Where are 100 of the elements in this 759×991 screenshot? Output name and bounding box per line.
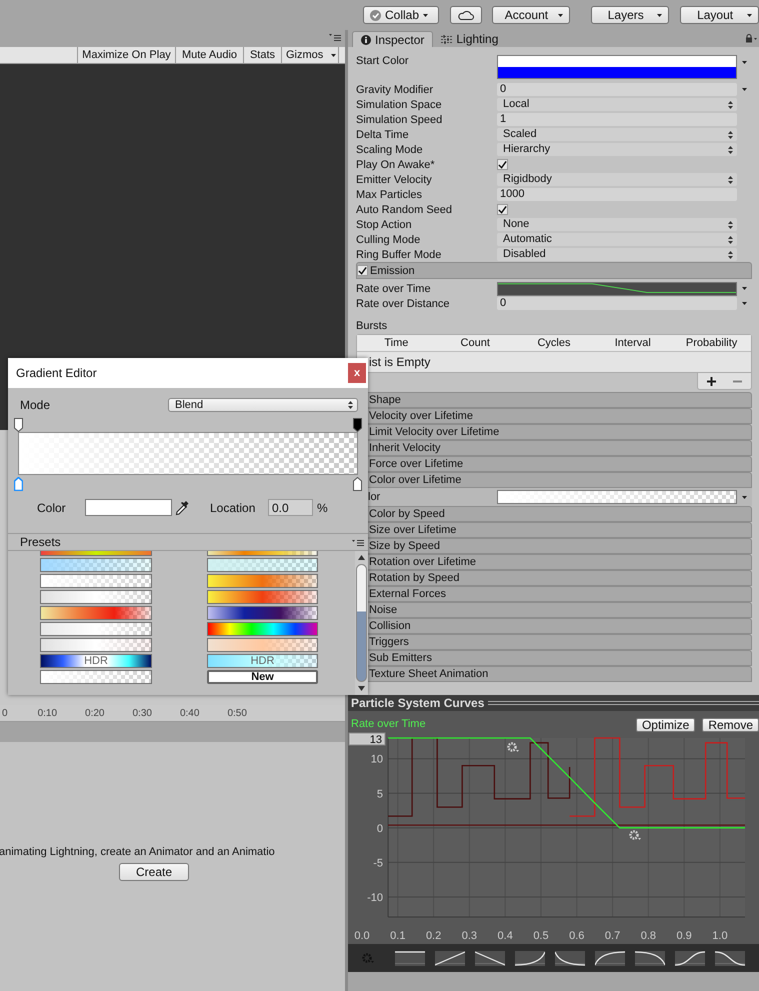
gear-icon <box>362 952 375 964</box>
gradient-preset[interactable] <box>207 622 318 636</box>
panel-title: Particle System Curves <box>351 696 484 710</box>
property-label: Simulation Speed <box>356 114 444 126</box>
dropdown[interactable]: Hierarchy <box>497 143 737 156</box>
button[interactable]: Remove <box>702 718 759 732</box>
color-key-marker[interactable] <box>14 477 23 491</box>
number-field[interactable]: 1 <box>497 113 737 126</box>
gradient-preset[interactable] <box>207 558 318 572</box>
caret-icon <box>742 88 747 91</box>
scrollbar-thumb[interactable] <box>356 564 367 682</box>
gear-icon[interactable] <box>507 742 519 752</box>
scrollbar[interactable] <box>355 551 368 695</box>
gradient-preset[interactable] <box>40 670 152 684</box>
dropdown[interactable]: Blend <box>168 398 358 412</box>
value-field[interactable]: 13 <box>348 732 386 746</box>
number-field[interactable]: 0 <box>497 297 737 310</box>
dropdown[interactable]: Rigidbody <box>497 173 737 186</box>
dropdown[interactable]: Local <box>497 98 737 111</box>
number-field[interactable]: 0.0 <box>268 499 313 516</box>
checkbox[interactable] <box>497 204 508 215</box>
close-button[interactable]: x <box>348 363 366 383</box>
checkbox[interactable] <box>357 265 368 276</box>
module-header[interactable]: Emission <box>356 262 752 279</box>
tab[interactable]: Inspector <box>352 31 434 47</box>
checkbox[interactable] <box>497 159 508 170</box>
alpha-key-marker[interactable] <box>353 418 362 432</box>
property-label: Auto Random Seed <box>356 204 454 216</box>
up-arrow-icon <box>358 555 365 560</box>
new-preset-button[interactable]: New <box>207 670 318 684</box>
curve-preset-icon <box>595 950 625 966</box>
curve-line[interactable] <box>388 737 570 817</box>
dropdown[interactable]: Scaled <box>497 128 737 141</box>
caret-icon <box>742 60 747 64</box>
gradient-preset[interactable]: HDR <box>207 654 318 668</box>
column-header: Cycles <box>536 337 572 349</box>
property-label: Rate over Time <box>356 282 432 294</box>
field-label: Color <box>37 500 67 514</box>
updown-arrows-icon <box>728 236 733 244</box>
button[interactable]: Optimize <box>636 718 696 732</box>
dropdown[interactable]: Automatic <box>497 233 737 246</box>
curve-preview[interactable] <box>497 282 737 296</box>
color-field[interactable] <box>85 499 172 516</box>
unit-label: % <box>317 500 328 514</box>
time-label: 0:20 <box>85 708 104 719</box>
gradient-field[interactable] <box>497 490 737 504</box>
tick-label: 0.3 <box>462 930 478 942</box>
field-label: Mode <box>20 398 52 412</box>
dropdown[interactable]: None <box>497 218 737 231</box>
gradient-preset[interactable] <box>207 606 318 620</box>
down-arrow-icon <box>358 686 365 691</box>
curve-preset-icon <box>435 950 465 966</box>
number-field[interactable]: 0 <box>497 83 737 96</box>
caret-icon <box>746 14 752 16</box>
lock-icon <box>745 34 757 43</box>
dropdown-button[interactable]: Account <box>492 6 570 24</box>
gradient-preset[interactable] <box>40 622 152 636</box>
tick-label: 0.8 <box>640 930 656 942</box>
window-title: Gradient Editor <box>16 366 97 380</box>
toggle-button[interactable]: Mute Audio <box>175 47 243 63</box>
tick-label: 0.7 <box>604 930 620 942</box>
gear-icon[interactable] <box>629 830 641 840</box>
cloud-icon <box>458 10 474 20</box>
tick-label: -5 <box>373 857 383 870</box>
tab[interactable]: Lighting <box>433 31 506 47</box>
gradient-editor-dialog[interactable]: Gradient Editor x Mode Blend Color Location 0.0 % Presets HDR HDR New <box>8 358 368 695</box>
gradient-preset[interactable] <box>40 558 152 572</box>
gradient-preset[interactable] <box>40 574 152 588</box>
collab-button[interactable]: Collab <box>363 6 439 24</box>
tick-label: 0.5 <box>533 930 549 942</box>
info-icon <box>361 34 371 44</box>
toggle-button[interactable]: Stats <box>243 47 281 63</box>
gradient-preset[interactable]: HDR <box>40 654 152 668</box>
time-label: 0:10 <box>38 708 58 719</box>
column-header: Probability <box>684 337 738 349</box>
caret-icon <box>331 54 336 56</box>
color-key-marker[interactable] <box>353 477 362 491</box>
dropdown[interactable]: Disabled <box>497 248 737 261</box>
updown-arrows-icon <box>728 250 733 258</box>
cloud-button[interactable] <box>450 6 482 24</box>
create-button[interactable]: Create <box>119 863 189 881</box>
gradient-preset[interactable] <box>40 590 152 604</box>
field-label: Location <box>210 500 256 514</box>
tick-label: 0.9 <box>676 930 692 942</box>
curve-preset-icon <box>515 950 545 966</box>
curve-preset-icon <box>635 950 665 966</box>
number-field[interactable]: 1000 <box>497 188 737 201</box>
time-label: 0:50 <box>227 708 247 719</box>
menu-icon <box>352 538 364 546</box>
alpha-key-marker[interactable] <box>14 418 23 432</box>
column-header: Time <box>383 337 410 349</box>
caret-icon <box>742 302 747 305</box>
toggle-button[interactable]: Maximize On Play <box>77 47 175 63</box>
property-label: Gravity Modifier <box>356 84 434 96</box>
dropdown-button[interactable]: Gizmos <box>281 47 339 63</box>
dropdown-button[interactable]: Layers <box>591 6 670 24</box>
dropdown-button[interactable]: Layout <box>680 6 759 24</box>
color-field[interactable] <box>497 55 737 79</box>
property-label: lor <box>367 491 382 503</box>
gradient-preset[interactable] <box>40 638 152 652</box>
